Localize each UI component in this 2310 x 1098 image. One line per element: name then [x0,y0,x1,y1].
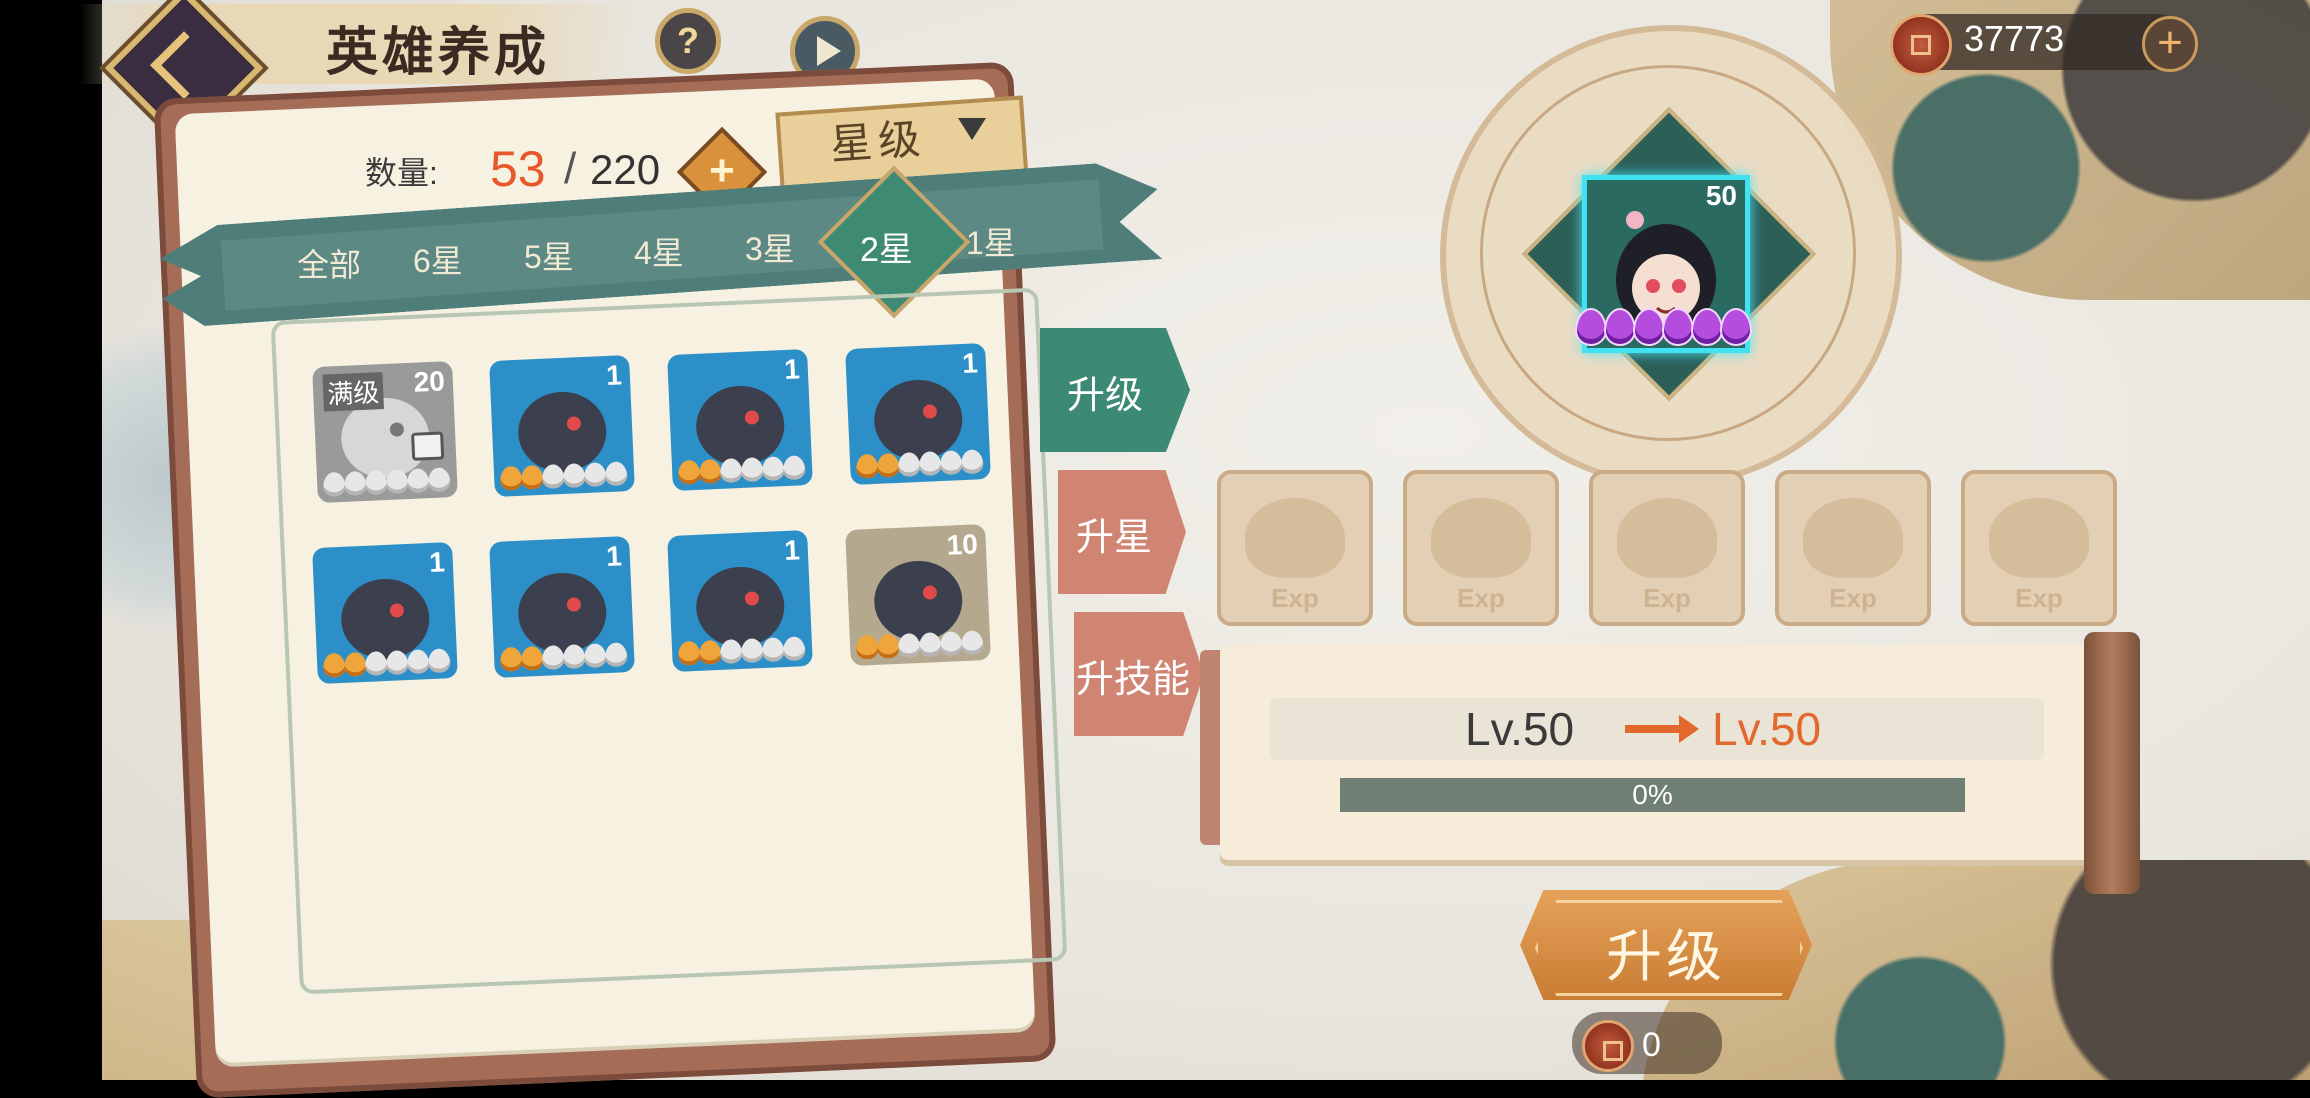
filter-tab-3-star[interactable]: 3星 [745,224,795,270]
selected-hero-stars [1575,308,1755,348]
exp-slot-label: Exp [1271,583,1319,613]
tab-star-up[interactable]: 升星 [1058,470,1186,594]
hero-card[interactable]: 1 [667,530,813,672]
hero-count-current: 53 [490,141,546,197]
exp-placeholder-icon [1803,498,1903,578]
purple-star-flame-icon [1662,308,1694,346]
sort-dropdown-label: 星级 [828,114,928,169]
filter-tab-2-star[interactable]: 2星 [860,222,913,271]
exp-placeholder-icon [1989,498,2089,578]
scroll-rod [2084,632,2140,894]
exp-slot-1[interactable]: Exp [1217,470,1373,626]
exp-slot-label: Exp [1829,583,1877,613]
exp-progress-bar: 0% [1340,778,1965,812]
exp-progress-text: 0% [1632,779,1673,810]
hero-card[interactable]: 1 [845,343,991,485]
upgrade-button-label[interactable]: 升级 [1520,912,1812,993]
filter-tab-4-star[interactable]: 4星 [634,228,684,274]
exp-placeholder-icon [1245,498,1345,578]
hero-count-separator: / [564,144,577,193]
hero-level: 1 [961,347,979,380]
purple-star-flame-icon [1720,308,1752,346]
exp-slot-3[interactable]: Exp [1589,470,1745,626]
hero-count-label: 数量: [365,155,438,191]
exp-slot-label: Exp [1457,583,1505,613]
exp-slot-label: Exp [2015,583,2063,613]
hero-level: 1 [428,546,446,579]
exp-slot-2[interactable]: Exp [1403,470,1559,626]
hero-card[interactable]: 20 满级 [312,361,458,503]
tab-star-up-label: 升星 [1075,517,1152,559]
upgrade-cost: 0 [1642,1026,1661,1064]
target-level: Lv.50 [1712,703,1822,755]
coin-icon [1890,14,1952,76]
dropdown-caret-icon [958,118,986,140]
hero-card[interactable]: 1 [489,536,635,678]
exp-placeholder-icon [1431,498,1531,578]
hero-card[interactable]: 1 [312,542,458,684]
purple-star-flame-icon [1691,308,1723,346]
filter-tab-6-star[interactable]: 6星 [413,236,463,282]
hero-level: 1 [605,359,623,392]
filter-tab-5-star[interactable]: 5星 [524,232,574,278]
lock-icon [411,431,445,461]
exp-slot-4[interactable]: Exp [1775,470,1931,626]
purple-star-flame-icon [1633,308,1665,346]
cost-coin-icon [1582,1020,1634,1072]
arrow-right-icon [1625,715,1699,743]
currency-amount: 37773 [1964,18,2065,59]
hero-level: 20 [413,365,446,398]
hero-level: 1 [783,534,801,567]
hero-card[interactable]: 1 [667,349,813,491]
selected-hero-level: 50 [1705,180,1737,211]
filter-tab-1-star[interactable]: 1星 [966,218,1016,264]
hero-level: 1 [605,540,623,573]
hero-card[interactable]: 1 [489,355,635,497]
tab-level-up-label: 升级 [1066,375,1143,417]
purple-star-flame-icon [1575,308,1607,346]
tab-skill-up[interactable]: 升技能 [1074,612,1204,736]
page-title: 英雄养成 [326,23,551,83]
help-button[interactable]: ? [655,8,721,74]
tab-level-up[interactable]: 升级 [1040,328,1190,452]
purple-star-flame-icon [1604,308,1636,346]
current-level: Lv.50 [1465,703,1575,755]
hero-card[interactable]: 10 [845,524,991,666]
exp-placeholder-icon [1617,498,1717,578]
hero-level: 1 [783,353,801,386]
tab-skill-up-label: 升技能 [1075,659,1190,701]
hero-count-max: 220 [590,146,661,193]
exp-slot-label: Exp [1643,583,1691,613]
add-currency-button[interactable]: + [2142,16,2198,72]
filter-tab-all[interactable]: 全部 [297,240,361,286]
max-level-badge: 满级 [322,372,385,412]
back-arrow-icon [150,31,218,100]
hero-level: 10 [946,528,979,561]
exp-slot-5[interactable]: Exp [1961,470,2117,626]
